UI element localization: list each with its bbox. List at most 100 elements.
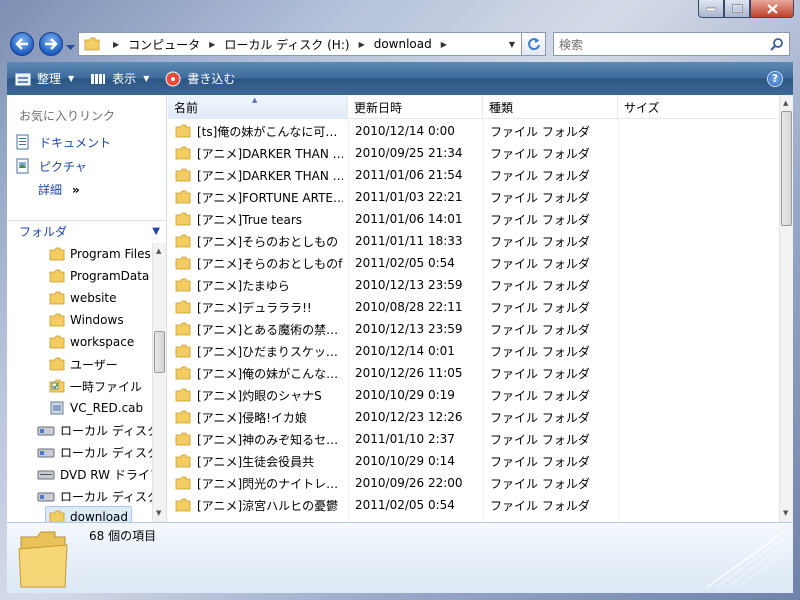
tree-item-label: DVD RW ドライブ (60, 467, 152, 482)
file-date: 2011/01/11 18:33 (355, 234, 463, 248)
tree-item-vc-red-cab[interactable]: VC_RED.cab (49, 397, 143, 419)
file-name-cell: [アニメ]涼宮ハルヒの憂鬱 (175, 494, 343, 516)
file-row[interactable]: [アニメ]DARKER THAN … 2010/09/25 21:34 ファイル フ… (168, 142, 779, 164)
column-header-date[interactable]: 更新日時 (348, 95, 483, 119)
tree-item-local-disk-2[interactable]: ローカル ディスク (37, 441, 152, 463)
scroll-down-arrow-icon[interactable]: ▼ (783, 509, 788, 517)
breadcrumb-separator[interactable]: ▶ (113, 40, 119, 49)
file-row[interactable]: [アニメ]灼眼のシャナS 2010/10/29 0:19 ファイル フォルダ (168, 384, 779, 406)
file-row[interactable]: [ts]俺の妹がこんなに可… 2010/12/14 0:00 ファイル フォルダ (168, 120, 779, 142)
folder-icon (175, 432, 191, 446)
tree-item-dvd-drive[interactable]: DVD RW ドライブ (37, 463, 152, 485)
favorite-link-documents[interactable]: ドキュメント (15, 132, 111, 152)
chevron-down-icon: ▼ (143, 74, 150, 83)
chevron-down-icon (66, 45, 75, 50)
file-row[interactable]: [アニメ]俺の妹がこんな… 2010/12/26 11:05 ファイル フォルダ (168, 362, 779, 384)
file-row[interactable]: [アニメ]とある魔術の禁… 2010/12/13 23:59 ファイル フォルダ (168, 318, 779, 340)
file-row[interactable]: [アニメ]神のみぞ知るセ… 2011/01/10 2:37 ファイル フォルダ (168, 428, 779, 450)
favorites-more-link[interactable]: 詳細 » (38, 181, 80, 198)
tree-item-label: workspace (70, 335, 135, 349)
file-row[interactable]: [アニメ]生徒会役員共 2010/10/29 0:14 ファイル フォルダ (168, 450, 779, 472)
file-name-cell: [アニメ]FORTUNE ARTE… (175, 186, 343, 208)
file-date: 2011/02/05 0:54 (355, 498, 455, 512)
recent-pages-button[interactable] (66, 40, 75, 54)
double-chevron-icon: » (72, 182, 80, 197)
search-input[interactable]: 検索 (553, 32, 790, 56)
breadcrumb-computer[interactable]: コンピュータ (128, 36, 200, 53)
dvd-drive-icon (37, 470, 55, 480)
scroll-up-arrow-icon[interactable]: ▲ (156, 247, 161, 255)
breadcrumb-download[interactable]: download (374, 37, 432, 51)
file-name: [アニメ]とある魔術の禁… (197, 322, 339, 337)
address-bar[interactable]: ▶ コンピュータ ▶ ローカル ディスク (H:) ▶ download ▶ ▼ (78, 32, 522, 56)
folders-label: フォルダ (19, 225, 68, 239)
file-row[interactable]: [アニメ]デュラララ!! 2010/08/28 22:11 ファイル フォルダ (168, 296, 779, 318)
file-row[interactable]: [アニメ]そらのおとしもの 2011/01/11 18:33 ファイル フォルダ (168, 230, 779, 252)
breadcrumb-separator[interactable]: ▶ (441, 40, 447, 49)
folder-tree-scrollbar[interactable]: ▲ ▼ (152, 243, 166, 522)
breadcrumb: ▶ コンピュータ ▶ ローカル ディスク (H:) ▶ download ▶ (104, 33, 456, 55)
breadcrumb-separator[interactable]: ▶ (209, 40, 215, 49)
tree-item-program-files[interactable]: Program Files (49, 243, 151, 265)
favorite-link-pictures[interactable]: ピクチャ (15, 156, 87, 176)
tree-item-temp[interactable]: 一時ファイル (49, 375, 142, 397)
tree-item-label: website (70, 291, 117, 305)
file-row[interactable]: [アニメ]FORTUNE ARTE… 2011/01/03 22:21 ファイル フ… (168, 186, 779, 208)
scrollbar-thumb[interactable] (781, 111, 792, 226)
refresh-button[interactable] (522, 32, 546, 56)
column-header-type[interactable]: 種類 (483, 95, 618, 119)
file-row[interactable]: [アニメ]たまゆら 2010/12/13 23:59 ファイル フォルダ (168, 274, 779, 296)
views-button[interactable]: 表示 ▼ (82, 62, 157, 95)
close-button[interactable] (750, 0, 794, 18)
forward-button[interactable] (39, 32, 63, 56)
file-size (625, 296, 725, 318)
tree-item-users[interactable]: ユーザー (49, 353, 118, 375)
breadcrumb-separator[interactable]: ▶ (359, 40, 365, 49)
tree-item-label: Windows (70, 313, 124, 327)
burn-button[interactable]: 書き込む (157, 62, 243, 95)
scroll-down-arrow-icon[interactable]: ▼ (156, 509, 161, 517)
file-type: ファイル フォルダ (490, 454, 590, 469)
file-row[interactable]: [アニメ]侵略!イカ娘 2010/12/23 12:26 ファイル フォルダ (168, 406, 779, 428)
folder-icon (175, 322, 191, 336)
tree-item-programdata[interactable]: ProgramData (49, 265, 149, 287)
file-row[interactable]: [アニメ]True tears 2011/01/06 14:01 ファイル フォルダ (168, 208, 779, 230)
folder-icon (175, 300, 191, 314)
help-button[interactable]: ? (767, 70, 783, 87)
folder-icon (175, 344, 191, 358)
column-size-label: サイズ (624, 100, 660, 115)
sort-ascending-icon: ▲ (252, 96, 258, 104)
tree-item-workspace[interactable]: workspace (49, 331, 134, 353)
scrollbar-thumb[interactable] (154, 331, 165, 373)
tree-item-local-disk-1[interactable]: ローカル ディスク (37, 419, 152, 441)
address-history-dropdown[interactable]: ▼ (509, 40, 515, 49)
file-row[interactable]: [アニメ]閃光のナイトレ… 2010/09/26 22:00 ファイル フォルダ (168, 472, 779, 494)
scroll-up-arrow-icon[interactable]: ▲ (783, 99, 788, 107)
minimize-button[interactable] (698, 0, 724, 18)
back-button[interactable] (10, 32, 34, 56)
file-date: 2010/08/28 22:11 (355, 300, 463, 314)
arrow-left-icon (15, 38, 28, 50)
tree-item-windows[interactable]: Windows (49, 309, 124, 331)
folders-header[interactable]: フォルダ ▼ (7, 220, 166, 242)
folder-icon (175, 476, 191, 490)
title-bar (0, 0, 800, 28)
folder-icon (49, 247, 65, 261)
tree-item-download[interactable]: download (45, 506, 133, 522)
folder-icon (84, 37, 100, 51)
file-row[interactable]: [アニメ]涼宮ハルヒの憂鬱 2011/02/05 0:54 ファイル フォルダ (168, 494, 779, 516)
file-list-scrollbar[interactable]: ▲ ▼ (779, 95, 793, 522)
maximize-button[interactable] (724, 0, 750, 18)
tree-item-local-disk-3[interactable]: ローカル ディスク (37, 485, 152, 507)
file-row[interactable]: [アニメ]そらのおとしものf 2011/02/05 0:54 ファイル フォルダ (168, 252, 779, 274)
tree-item-website[interactable]: website (49, 287, 117, 309)
column-header-name[interactable]: 名前 ▲ (168, 95, 348, 119)
column-header-size[interactable]: サイズ (618, 95, 779, 119)
organize-button[interactable]: 整理 ▼ (7, 62, 82, 95)
file-row[interactable]: [アニメ]ひだまりスケッ… 2010/12/14 0:01 ファイル フォルダ (168, 340, 779, 362)
folder-icon (49, 291, 65, 305)
search-icon[interactable] (770, 37, 784, 51)
file-row[interactable]: [アニメ]DARKER THAN … 2011/01/06 21:54 ファイル フ… (168, 164, 779, 186)
file-date: 2011/02/05 0:54 (355, 256, 455, 270)
breadcrumb-drive[interactable]: ローカル ディスク (H:) (224, 36, 349, 53)
